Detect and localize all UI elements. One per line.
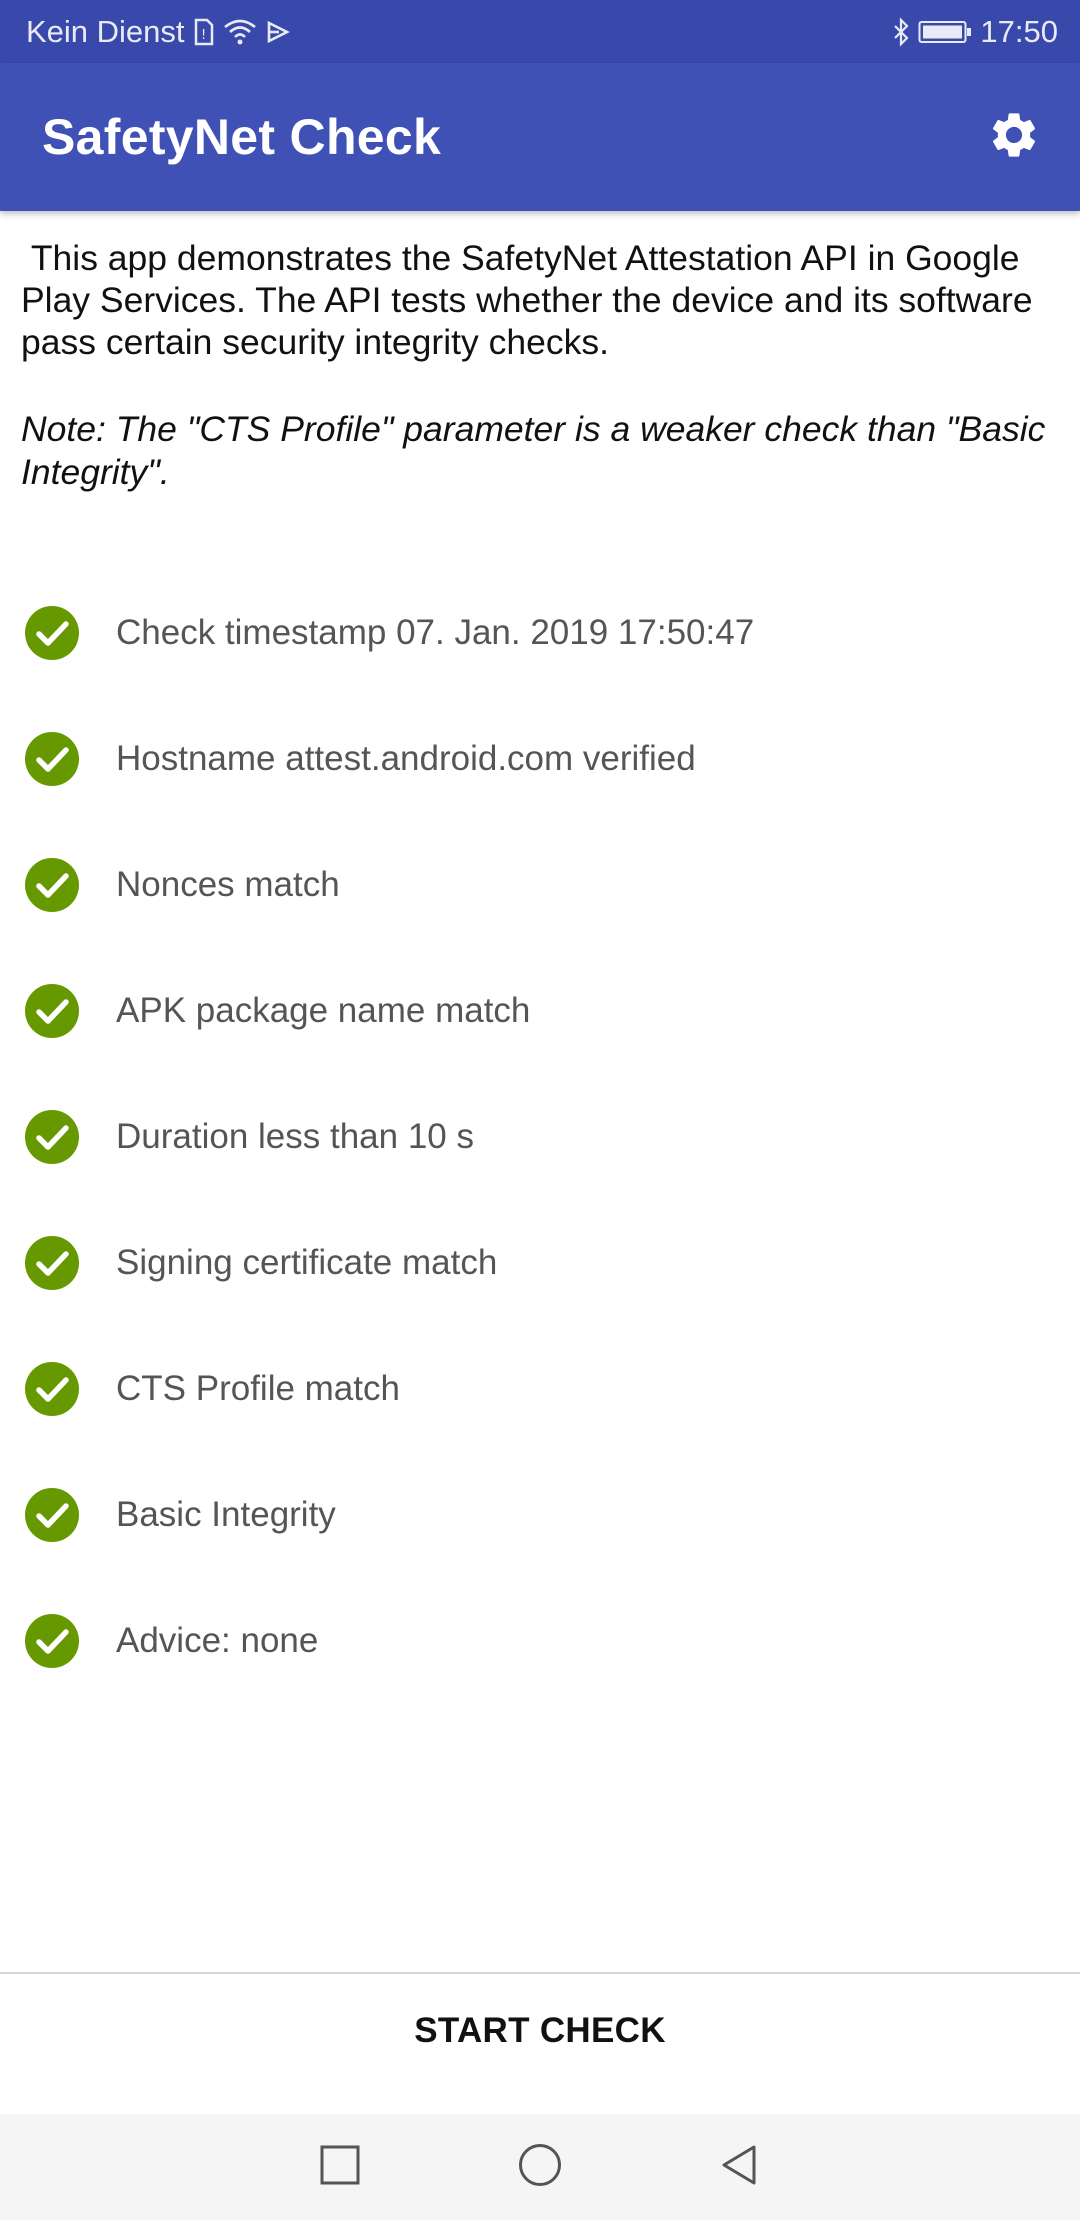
check-circle-icon [24,1109,80,1165]
description-text: This app demonstrates the SafetyNet Atte… [21,238,1043,362]
list-item: Nonces match [0,822,1080,948]
battery-icon [918,20,972,44]
status-right: 17:50 [892,14,1058,50]
wifi-icon [223,18,257,46]
home-icon [517,2142,563,2193]
list-item: CTS Profile match [0,1326,1080,1452]
list-item: Basic Integrity [0,1452,1080,1578]
app-title: SafetyNet Check [42,109,442,165]
list-item: Advice: none [0,1578,1080,1704]
check-label: Duration less than 10 s [116,1117,474,1156]
status-left: Kein Dienst ! [26,14,291,50]
note-text: Note: The "CTS Profile" parameter is a w… [21,409,1046,492]
app-bar: SafetyNet Check [0,63,1080,211]
status-time: 17:50 [980,13,1058,49]
check-label: Basic Integrity [116,1495,336,1534]
check-label: APK package name match [116,991,531,1030]
back-icon [718,2143,762,2192]
system-nav-bar [0,2114,1080,2220]
status-bar: Kein Dienst ! 17:50 [0,0,1080,63]
gear-icon [987,108,1041,167]
home-button[interactable] [510,2137,570,2197]
check-circle-icon [24,1613,80,1669]
check-label: Check timestamp 07. Jan. 2019 17:50:47 [116,613,755,652]
check-label: CTS Profile match [116,1369,400,1408]
check-label: Signing certificate match [116,1243,498,1282]
check-circle-icon [24,1487,80,1543]
settings-button[interactable] [984,107,1044,167]
check-label: Hostname attest.android.com verified [116,739,696,778]
sim-icon: ! [193,18,215,46]
check-label: Advice: none [116,1621,319,1660]
recents-button[interactable] [310,2137,370,2197]
back-button[interactable] [710,2137,770,2197]
list-item: Duration less than 10 s [0,1074,1080,1200]
check-circle-icon [24,605,80,661]
check-circle-icon [24,983,80,1039]
start-check-button[interactable]: START CHECK [0,1974,1080,2088]
check-circle-icon [24,1235,80,1291]
carrier-text: Kein Dienst [26,13,185,49]
bluetooth-icon [892,16,910,47]
svg-text:!: ! [201,28,206,43]
list-item: Signing certificate match [0,1200,1080,1326]
check-label: Nonces match [116,865,340,904]
recents-icon [319,2144,361,2191]
cast-icon [265,19,291,45]
check-circle-icon [24,1361,80,1417]
list-item: Check timestamp 07. Jan. 2019 17:50:47 [0,570,1080,696]
check-circle-icon [24,857,80,913]
list-item: APK package name match [0,948,1080,1074]
list-item: Hostname attest.android.com verified [0,696,1080,822]
check-circle-icon [24,731,80,787]
